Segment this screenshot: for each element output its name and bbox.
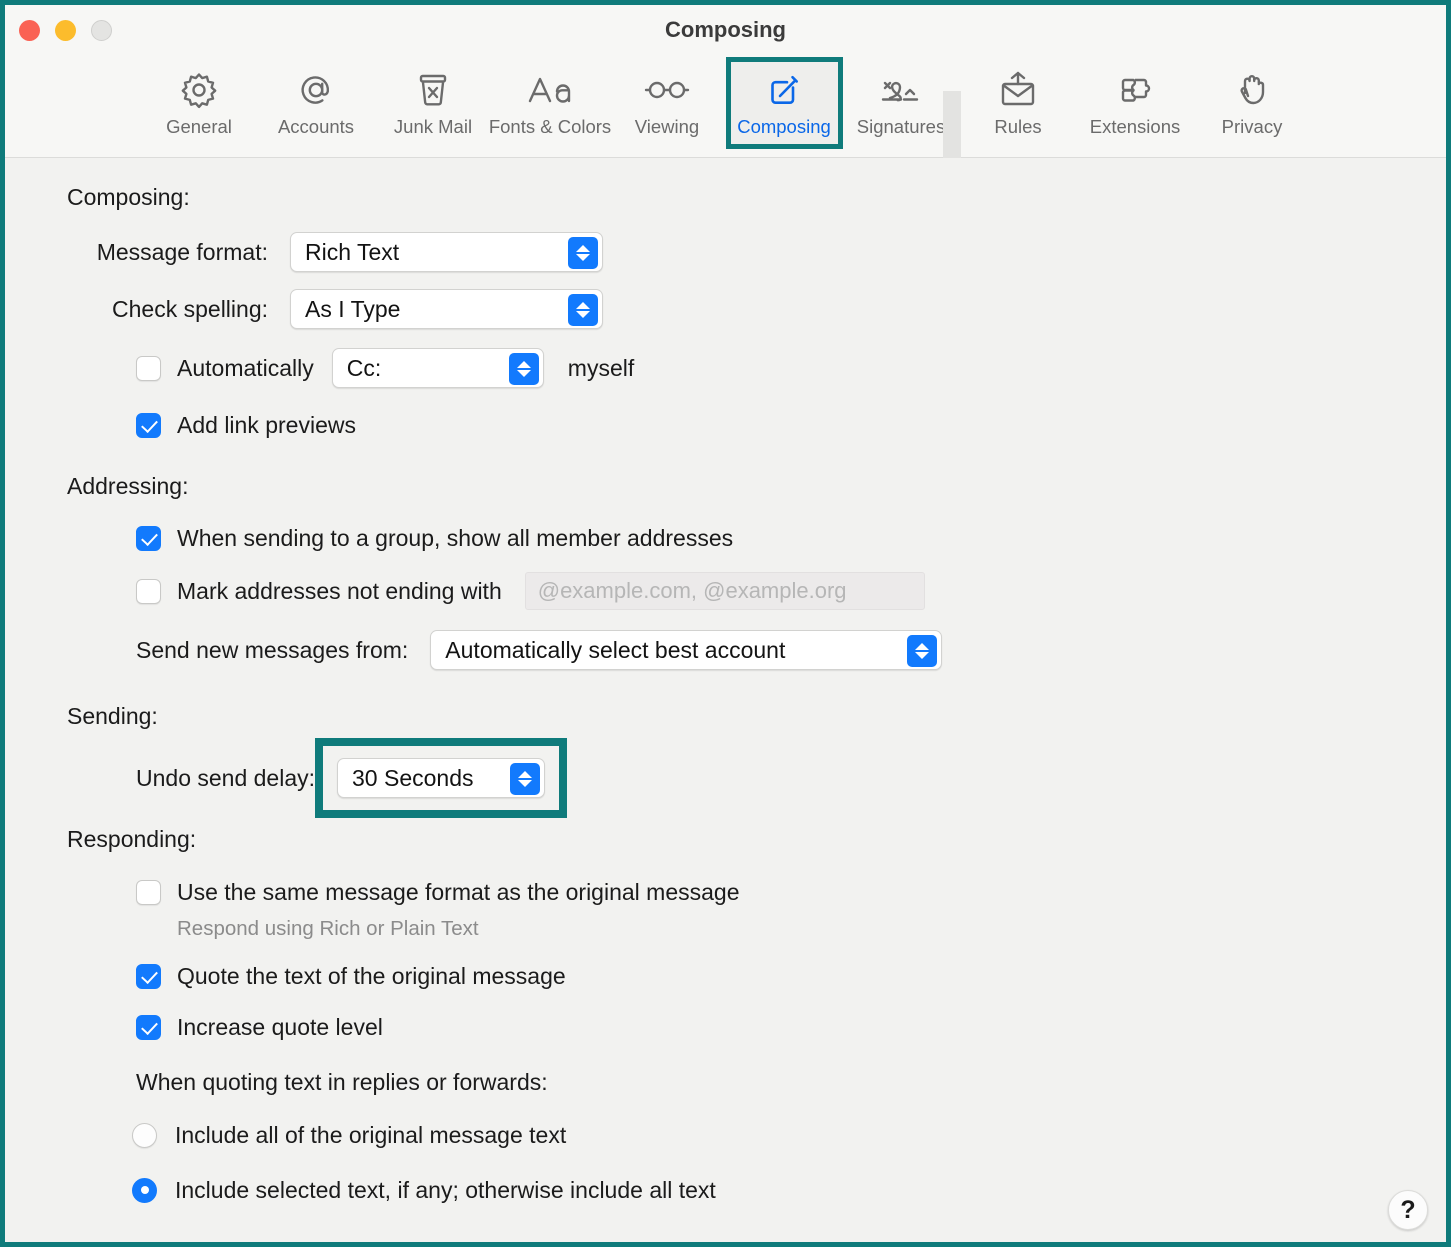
send-from-value: Automatically select best account	[445, 636, 786, 663]
hand-icon	[1230, 67, 1274, 113]
section-heading-responding: Responding:	[67, 826, 197, 852]
same-format-sublabel: Respond using Rich or Plain Text	[177, 917, 479, 940]
mark-addresses-checkbox[interactable]	[136, 578, 161, 604]
tab-label: General	[166, 116, 232, 137]
send-from-select[interactable]: Automatically select best account	[430, 630, 943, 670]
tab-label: Extensions	[1089, 116, 1181, 137]
tab-label: Viewing	[634, 116, 700, 137]
compose-pencil-icon	[762, 67, 806, 113]
tab-label: Signatures	[856, 116, 946, 137]
tab-rules[interactable]: Rules	[960, 57, 1077, 149]
tab-label: Privacy	[1221, 116, 1283, 137]
increase-quote-label: Increase quote level	[177, 1013, 383, 1040]
mark-addresses-input[interactable]: @example.com, @example.org	[524, 572, 925, 610]
quoting-heading: When quoting text in replies or forwards…	[136, 1068, 548, 1095]
quote-option-all-label: Include all of the original message text	[175, 1121, 567, 1148]
tab-signatures[interactable]: Signatures	[843, 57, 960, 149]
chevron-updown-icon[interactable]	[508, 353, 539, 385]
preferences-content: Composing: Message format: Rich Text Che…	[5, 158, 1446, 1242]
gear-icon	[177, 67, 221, 113]
signature-icon	[873, 67, 929, 113]
tab-accounts[interactable]: Accounts	[258, 57, 375, 149]
undo-send-delay-select[interactable]: 30 Seconds	[337, 758, 546, 798]
check-spelling-select[interactable]: As I Type	[290, 289, 603, 329]
auto-cc-value: Cc:	[346, 354, 382, 381]
rules-envelope-icon	[995, 67, 1041, 113]
message-format-value: Rich Text	[305, 238, 400, 265]
undo-send-delay-highlight: 30 Seconds	[315, 738, 568, 818]
chevron-updown-icon[interactable]	[510, 763, 541, 795]
section-heading-composing: Composing:	[67, 184, 190, 210]
quote-text-label: Quote the text of the original message	[177, 962, 566, 989]
tab-junk-mail[interactable]: Junk Mail	[375, 57, 492, 149]
auto-cc-label: Automatically	[177, 354, 314, 381]
tab-viewing[interactable]: Viewing	[609, 57, 726, 149]
window-title: Composing	[665, 17, 786, 42]
preferences-toolbar: General Accounts Junk Mail Fonts & Color…	[5, 53, 1446, 201]
same-format-checkbox[interactable]	[136, 879, 161, 905]
chevron-updown-icon[interactable]	[568, 237, 598, 269]
chevron-updown-icon[interactable]	[907, 635, 938, 667]
tab-general[interactable]: General	[141, 57, 258, 149]
aa-font-icon	[524, 67, 576, 113]
chevron-updown-icon[interactable]	[568, 294, 598, 326]
tab-composing[interactable]: Composing	[725, 57, 843, 149]
undo-send-delay-value: 30 Seconds	[352, 764, 474, 791]
tab-label: Composing	[737, 116, 831, 137]
auto-cc-field-select[interactable]: Cc:	[331, 348, 544, 388]
preferences-window: Composing General Accounts Junk Mail Fon…	[0, 0, 1451, 1247]
quote-option-selected-radio[interactable]	[132, 1177, 157, 1203]
section-heading-addressing: Addressing:	[67, 473, 189, 499]
add-link-previews-label: Add link previews	[177, 411, 356, 438]
tab-fonts-colors[interactable]: Fonts & Colors	[488, 57, 612, 149]
puzzle-piece-icon	[1113, 67, 1157, 113]
undo-send-delay-label: Undo send delay:	[136, 764, 316, 791]
tab-label: Junk Mail	[393, 116, 473, 137]
section-heading-sending: Sending:	[67, 703, 158, 729]
tab-label: Rules	[994, 116, 1042, 137]
check-spelling-value: As I Type	[305, 295, 401, 322]
auto-cc-checkbox[interactable]	[136, 355, 161, 381]
add-link-previews-checkbox[interactable]	[136, 412, 161, 438]
same-format-label: Use the same message format as the origi…	[177, 878, 740, 905]
tab-extensions[interactable]: Extensions	[1077, 57, 1194, 149]
quote-option-all-radio[interactable]	[132, 1122, 157, 1148]
increase-quote-checkbox[interactable]	[136, 1014, 161, 1040]
send-from-label: Send new messages from:	[136, 636, 409, 663]
title-bar: Composing	[5, 5, 1446, 53]
at-sign-icon	[294, 67, 338, 113]
message-format-select[interactable]: Rich Text	[290, 232, 603, 272]
group-addresses-label: When sending to a group, show all member…	[177, 524, 734, 551]
message-format-label: Message format:	[96, 238, 268, 265]
quote-option-selected-label: Include selected text, if any; otherwise…	[175, 1176, 716, 1203]
tab-label: Fonts & Colors	[488, 116, 612, 137]
group-addresses-checkbox[interactable]	[136, 525, 161, 551]
auto-cc-suffix: myself	[567, 354, 635, 381]
tab-privacy[interactable]: Privacy	[1194, 57, 1311, 149]
tab-label: Accounts	[277, 116, 355, 137]
mark-addresses-placeholder: @example.com, @example.org	[537, 578, 847, 603]
junk-bin-icon	[411, 67, 455, 113]
glasses-icon	[641, 67, 693, 113]
quote-text-checkbox[interactable]	[136, 963, 161, 989]
mark-addresses-label: Mark addresses not ending with	[177, 577, 502, 604]
help-button[interactable]: ?	[1388, 1190, 1428, 1230]
check-spelling-label: Check spelling:	[112, 295, 268, 322]
